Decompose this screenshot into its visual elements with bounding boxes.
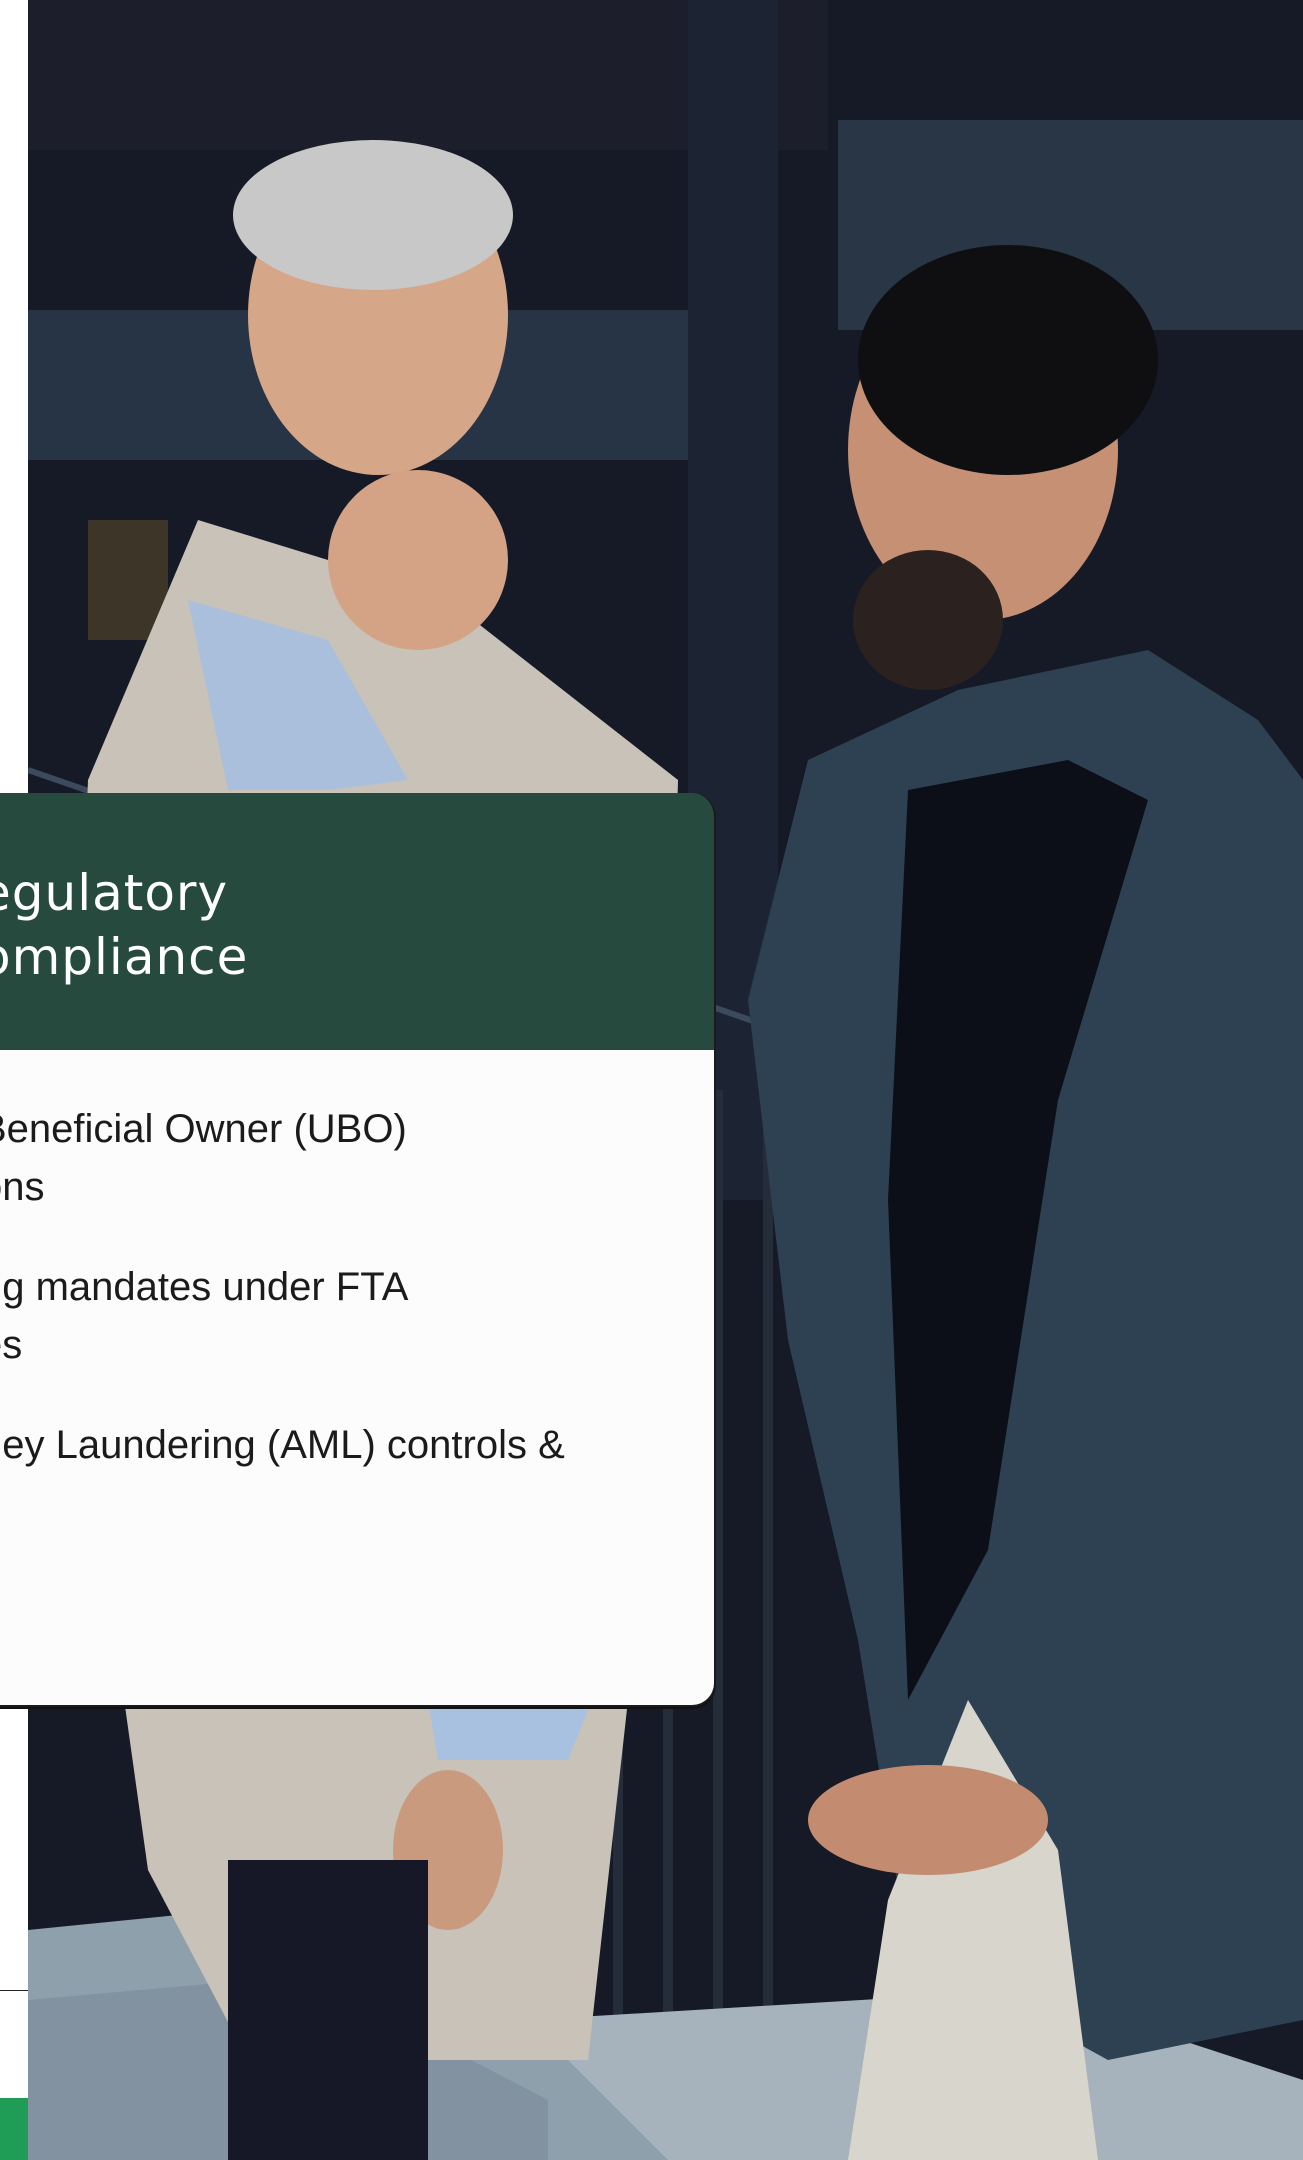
green-accent-block <box>0 2098 28 2160</box>
page: egulatory ompliance Beneficial Owner (UB… <box>0 0 1303 2160</box>
regulatory-compliance-card: egulatory ompliance Beneficial Owner (UB… <box>0 793 716 1707</box>
list-item-aml: ney Laundering (AML) controls & <box>0 1423 565 1467</box>
left-divider <box>0 1990 28 1991</box>
card-title: egulatory ompliance <box>0 864 249 986</box>
card-header: egulatory ompliance <box>0 793 714 1050</box>
list-item-ubo: Beneficial Owner (UBO) ons <box>0 1107 407 1209</box>
list-item-fta: ng mandates under FTA es <box>0 1265 409 1367</box>
card-body: Beneficial Owner (UBO) ons ng mandates u… <box>0 1050 714 1705</box>
